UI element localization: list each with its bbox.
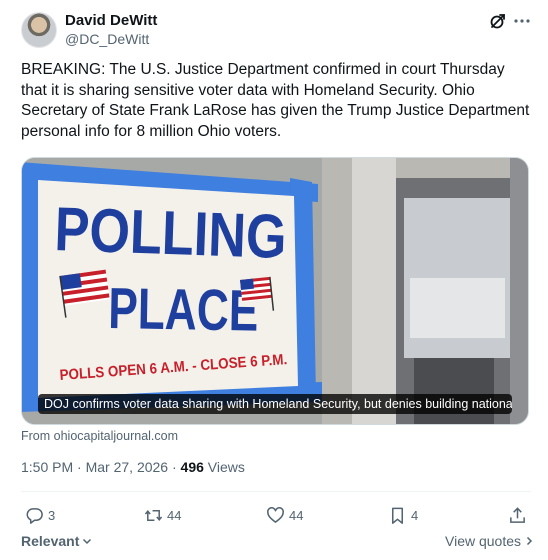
view-quotes-link[interactable]: View quotes <box>445 533 535 549</box>
reply-count: 3 <box>48 507 56 523</box>
repost-icon <box>144 509 163 521</box>
meta-separator: · <box>77 459 82 475</box>
reply-icon <box>26 507 43 524</box>
link-source[interactable]: From ohiocapitaljournal.com <box>21 429 178 443</box>
sort-label: Relevant <box>21 533 80 549</box>
bookmark-button[interactable]: 4 <box>388 504 418 526</box>
polling-place-photo: POLLING PLACE POLLS OPEN 6 A.M. - CLOSE … <box>22 158 528 424</box>
media-caption: DOJ confirms voter data sharing with Hom… <box>38 394 512 414</box>
chevron-down-icon <box>83 538 92 545</box>
views-label: Views <box>207 459 245 475</box>
heart-icon <box>267 506 284 523</box>
like-count: 44 <box>289 507 304 523</box>
author-handle[interactable]: @DC_DeWitt <box>65 31 149 47</box>
bookmark-icon <box>391 507 404 524</box>
divider <box>21 491 531 492</box>
chevron-right-icon <box>526 536 533 546</box>
sort-relevant-dropdown[interactable]: Relevant <box>21 533 93 549</box>
sign-title-polling: POLLING <box>54 195 288 272</box>
avatar[interactable] <box>21 12 57 48</box>
tweet-card: David DeWitt @DC_DeWitt BREAKING: The U.… <box>0 0 548 560</box>
author-name[interactable]: David DeWitt <box>65 12 157 29</box>
media-card[interactable]: POLLING PLACE POLLS OPEN 6 A.M. - CLOSE … <box>21 157 529 425</box>
share-icon <box>510 506 525 523</box>
reply-button[interactable]: 3 <box>25 504 55 526</box>
more-icon[interactable] <box>512 11 532 31</box>
views-count: 496 <box>180 459 204 475</box>
bookmark-count: 4 <box>411 507 419 523</box>
post-time[interactable]: 1:50 PM <box>21 459 73 475</box>
tweet-text: BREAKING: The U.S. Justice Department co… <box>21 61 530 140</box>
repost-count: 44 <box>167 507 182 523</box>
sign-title-place: PLACE <box>108 276 259 344</box>
meta-separator: · <box>171 459 177 475</box>
post-date[interactable]: Mar 27, 2026 <box>86 459 169 475</box>
like-button[interactable]: 44 <box>266 504 303 526</box>
repost-button[interactable]: 44 <box>144 504 181 526</box>
tweet-meta: 1:50 PM · Mar 27, 2026 · 496 Views <box>21 459 245 475</box>
grok-icon[interactable] <box>488 11 508 31</box>
view-quotes-label: View quotes <box>445 533 522 549</box>
share-button[interactable] <box>508 504 527 526</box>
